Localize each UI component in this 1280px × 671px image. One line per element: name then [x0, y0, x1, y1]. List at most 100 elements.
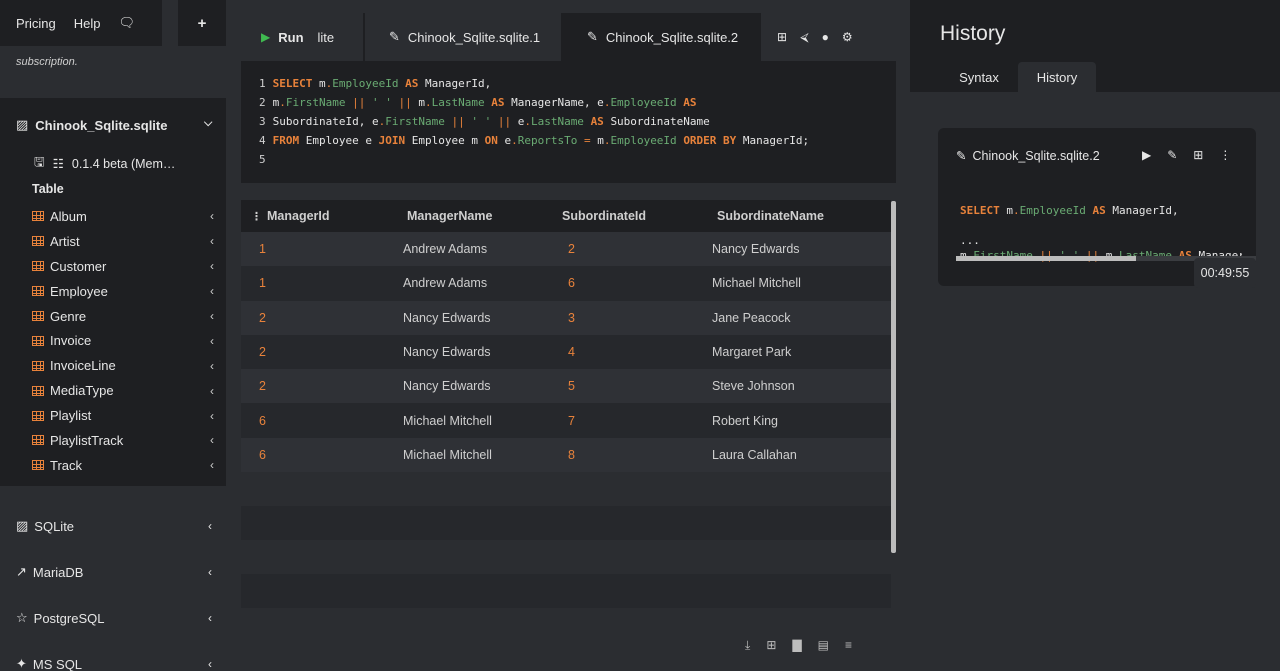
table-cell[interactable]: 1 [259, 276, 266, 290]
play-icon[interactable]: ▶ [1142, 148, 1151, 162]
table-cell[interactable]: 7 [568, 414, 575, 428]
schema-icon[interactable]: ☷ [53, 156, 64, 171]
tab-chinook-2[interactable]: ✎ Chinook_Sqlite.sqlite.2 [563, 13, 759, 61]
table-cell[interactable]: 6 [568, 276, 575, 290]
table-cell[interactable]: Laura Callahan [712, 448, 797, 462]
table-cell[interactable]: 1 [259, 242, 266, 256]
run-button[interactable]: ▶ Run lite [241, 13, 363, 61]
table-name: PlaylistTrack [50, 432, 124, 448]
table-cell[interactable]: Nancy Edwards [403, 311, 491, 325]
help-link[interactable]: Help [74, 16, 101, 31]
table-item[interactable]: Playlist ‹ [32, 403, 218, 428]
table-cell[interactable]: Nancy Edwards [712, 242, 800, 256]
table-item[interactable]: Album ‹ [32, 204, 218, 229]
new-tab-icon[interactable]: ⊞ [777, 30, 787, 44]
column-menu-icon[interactable]: ⋮ [251, 210, 262, 223]
database-panel: ▨ Chinook_Sqlite.sqlite ⌵ 🖫︎ ☷ 0.1.4 bet… [0, 98, 226, 486]
table-cell[interactable]: 6 [259, 448, 266, 462]
column-header[interactable]: ManagerName [407, 209, 492, 223]
table-cell[interactable]: Michael Mitchell [403, 414, 492, 428]
table-row[interactable]: 6 Michael Mitchell 7 Robert King [241, 403, 891, 438]
history-title: History [940, 22, 1006, 45]
more-icon[interactable]: ⋮ [1219, 148, 1231, 162]
tab-history[interactable]: History [1018, 62, 1096, 92]
edit-icon[interactable]: ✎ [1167, 148, 1177, 162]
table-cell[interactable]: 4 [568, 345, 575, 359]
table-cell[interactable]: Michael Mitchell [712, 276, 801, 290]
table-item[interactable]: Employee ‹ [32, 279, 218, 304]
table-icon[interactable]: ⊞ [1193, 148, 1203, 162]
table-cell[interactable]: Nancy Edwards [403, 379, 491, 393]
column-header[interactable]: ManagerId [267, 209, 330, 223]
column-header[interactable]: SubordinateId [562, 209, 646, 223]
run-label: Run [278, 29, 304, 45]
table-row[interactable]: 1 Andrew Adams 2 Nancy Edwards [241, 232, 891, 267]
table-row[interactable]: 2 Nancy Edwards 3 Jane Peacock [241, 300, 891, 335]
pricing-link[interactable]: Pricing [16, 16, 56, 31]
book-icon[interactable]: ▤ [818, 638, 829, 653]
menu-icon[interactable]: ≡ [845, 638, 852, 653]
engine-sqlite[interactable]: ▨ SQLite ‹ [16, 518, 216, 534]
table-row[interactable]: 6 Michael Mitchell 8 Laura Callahan [241, 437, 891, 473]
table-view-icon[interactable]: ⊞ [766, 638, 776, 653]
engine-mariadb[interactable]: ↗ MariaDB ‹ [16, 564, 216, 580]
table-cell[interactable]: Andrew Adams [403, 276, 487, 290]
table-item[interactable]: Artist ‹ [32, 229, 218, 254]
table-cell[interactable]: 2 [568, 242, 575, 256]
table-cell[interactable]: 2 [259, 311, 266, 325]
code-line: 4 FROM Employee e JOIN Employee m ON e.Re… [259, 134, 810, 147]
chart-icon[interactable]: ▇ [792, 638, 801, 653]
download-icon[interactable]: ⤓ [745, 638, 750, 653]
engine-postgresql[interactable]: ☆ PostgreSQL ‹ [16, 610, 216, 626]
tab-chinook-1[interactable]: ✎ Chinook_Sqlite.sqlite.1 [365, 13, 561, 61]
code-line: 3 SubordinateId, e.FirstName || ' ' || e.… [259, 115, 710, 128]
table-item[interactable]: Track ‹ [32, 453, 218, 478]
table-cell[interactable]: Nancy Edwards [403, 345, 491, 359]
table-cell[interactable]: Jane Peacock [712, 311, 791, 325]
chat-icon[interactable]: 🗨︎ [119, 15, 136, 31]
table-item[interactable]: MediaType ‹ [32, 378, 218, 403]
chevron-down-icon[interactable]: ⌵ [204, 117, 212, 130]
plus-icon[interactable]: + [178, 0, 226, 46]
table-row[interactable]: 1 Andrew Adams 6 Michael Mitchell [241, 266, 891, 301]
table-cell[interactable]: 5 [568, 379, 575, 393]
chevron-left-icon: ‹ [210, 309, 214, 323]
table-cell[interactable]: Andrew Adams [403, 242, 487, 256]
table-item[interactable]: Genre ‹ [32, 304, 218, 329]
tab-fragment[interactable]: lite [318, 30, 335, 45]
table-cell[interactable]: 2 [259, 345, 266, 359]
table-cell[interactable]: 2 [259, 379, 266, 393]
table-cell[interactable]: 6 [259, 414, 266, 428]
table-cell[interactable]: 3 [568, 311, 575, 325]
gear-icon[interactable]: ⚙ [842, 30, 853, 44]
table-item[interactable]: Customer ‹ [32, 254, 218, 279]
history-timer: 00:49:55 [1194, 258, 1256, 288]
engine-label: MariaDB [32, 564, 84, 580]
database-header[interactable]: ▨ Chinook_Sqlite.sqlite ⌵ [16, 117, 212, 133]
tab-actions: ⊞ ⮘︎ ● ⚙ [761, 13, 896, 61]
user-icon[interactable]: ● [822, 30, 829, 44]
chevron-left-icon: ‹ [210, 333, 214, 348]
chevron-left-icon: ‹ [210, 458, 214, 473]
table-item[interactable]: PlaylistTrack ‹ [32, 428, 218, 453]
table-cell[interactable]: Steve Johnson [712, 379, 795, 393]
table-cell[interactable]: Michael Mitchell [403, 448, 492, 462]
table-item[interactable]: Invoice ‹ [32, 328, 218, 353]
column-header[interactable]: SubordinateName [717, 209, 824, 223]
chevron-left-icon: ‹ [210, 433, 214, 448]
save-icon[interactable]: 🖫︎ [34, 153, 45, 174]
sql-editor[interactable]: 1 SELECT m.EmployeeId AS ManagerId, 2 m.Fi… [241, 61, 896, 183]
history-card-title: ✎ Chinook_Sqlite.sqlite.2 [956, 148, 1100, 164]
table-cell[interactable]: Margaret Park [712, 345, 791, 359]
engine-label: MS SQL [32, 656, 83, 671]
table-row[interactable]: 2 Nancy Edwards 4 Margaret Park [241, 334, 891, 370]
tab-syntax[interactable]: Syntax [940, 62, 1018, 92]
grid-scrollbar[interactable] [891, 201, 896, 553]
table-cell[interactable]: 8 [568, 448, 575, 462]
table-row[interactable]: 2 Nancy Edwards 5 Steve Johnson [241, 369, 891, 404]
table-cell[interactable]: Robert King [712, 414, 778, 428]
share-icon[interactable]: ⮘︎ [800, 30, 809, 45]
history-tabs: Syntax History [940, 62, 1096, 92]
engine-mssql[interactable]: ✦ MS SQL ‹ [16, 656, 216, 671]
table-item[interactable]: InvoiceLine ‹ [32, 353, 218, 378]
